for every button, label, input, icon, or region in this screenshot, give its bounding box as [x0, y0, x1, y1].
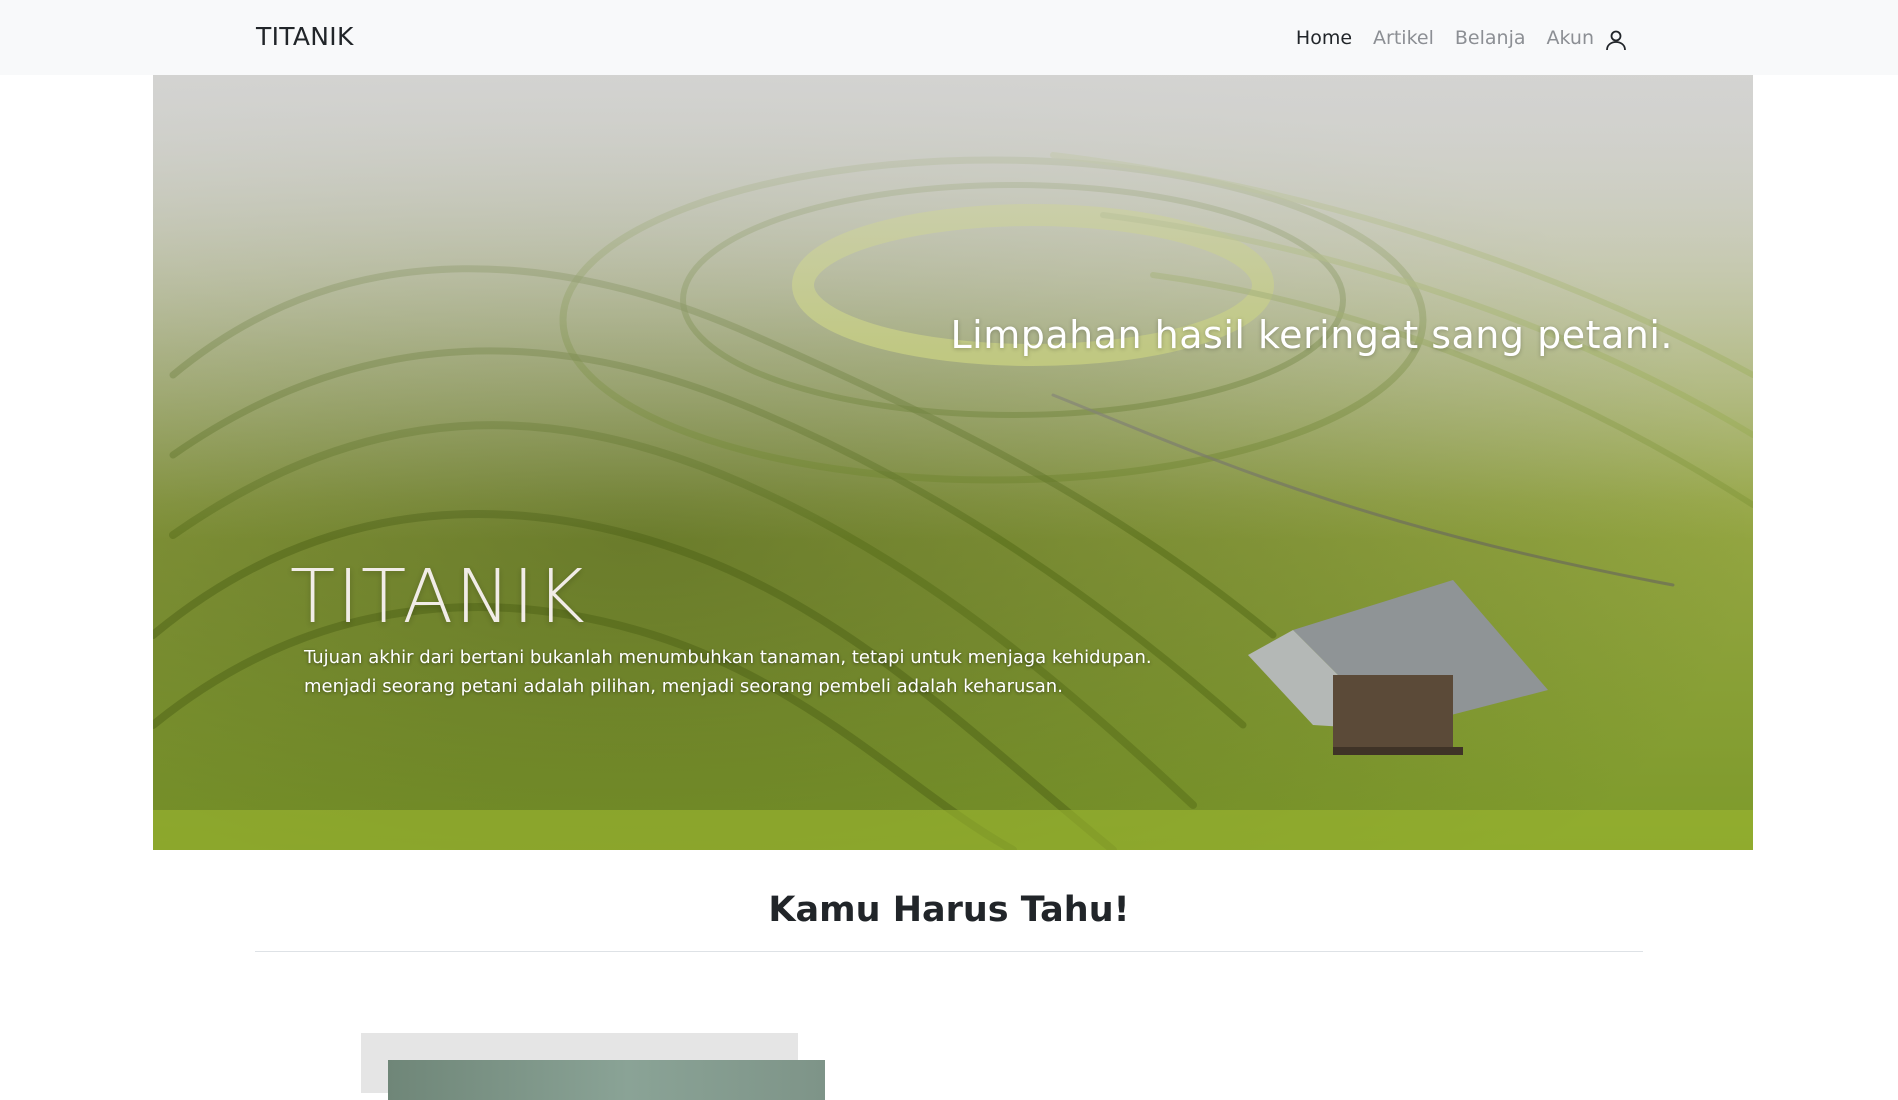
- nav-link-artikel[interactable]: Artikel: [1373, 27, 1434, 49]
- hero-description: Tujuan akhir dari bertani bukanlah menum…: [304, 643, 1204, 701]
- hero-tagline: Limpahan hasil keringat sang petani.: [950, 313, 1673, 357]
- nav-links: Home Artikel Belanja Akun: [1296, 22, 1628, 54]
- section-divider: [255, 951, 1643, 952]
- section-title: Kamu Harus Tahu!: [768, 890, 1130, 930]
- hero-description-line: menjadi seorang petani adalah pilihan, m…: [304, 676, 1063, 697]
- hero-description-line: Tujuan akhir dari bertani bukanlah menum…: [304, 647, 1152, 668]
- user-icon: [1604, 28, 1628, 52]
- nav-link-akun[interactable]: Akun: [1547, 25, 1629, 52]
- navbar: TITANIK Home Artikel Belanja Akun: [0, 0, 1898, 75]
- hero-banner: Limpahan hasil keringat sang petani. TIT…: [153, 75, 1753, 850]
- brand-logo[interactable]: TITANIK: [256, 22, 354, 52]
- hero-background-image: [153, 75, 1753, 850]
- nav-link-home[interactable]: Home: [1296, 27, 1352, 49]
- article-card-image[interactable]: [388, 1060, 825, 1100]
- nav-link-akun-label: Akun: [1546, 27, 1595, 49]
- hero-title: TITANIK: [290, 554, 587, 640]
- nav-link-belanja[interactable]: Belanja: [1455, 27, 1526, 49]
